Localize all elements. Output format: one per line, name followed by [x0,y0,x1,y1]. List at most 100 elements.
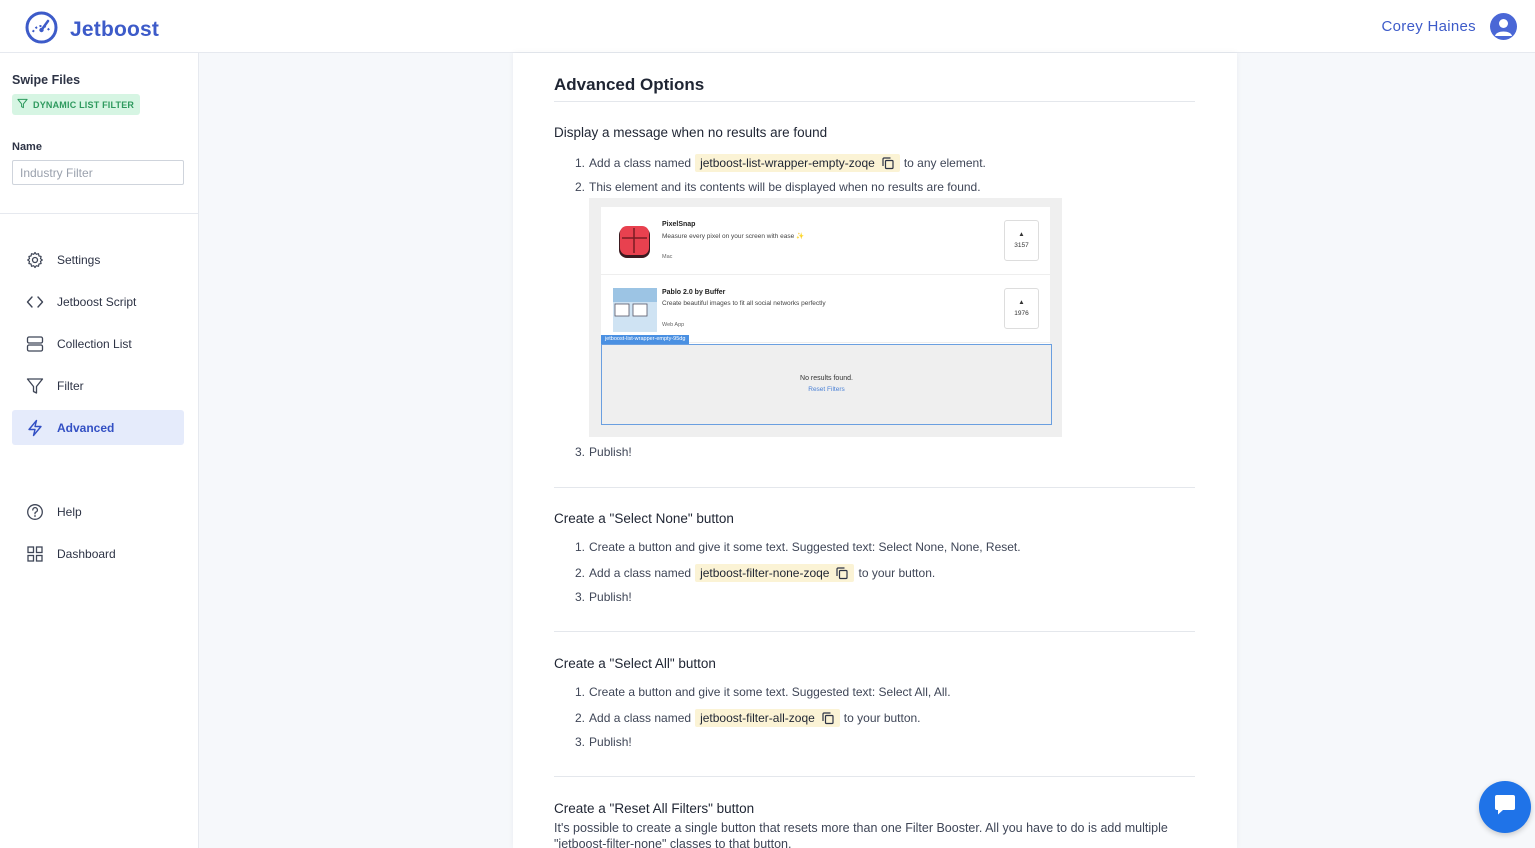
sidebar: Swipe Files DYNAMIC LIST FILTER Name Set… [0,53,199,848]
vote-box: ▲ 1976 [1004,288,1039,329]
step-item: 1. Create a button and give it some text… [575,685,951,699]
class-code-chip[interactable]: jetboost-filter-none-zoqe [695,564,855,582]
gear-icon [25,250,45,270]
example-list: PixelSnap Measure every pixel on your sc… [601,207,1050,346]
lightning-icon [25,418,45,438]
example-list-item: PixelSnap Measure every pixel on your sc… [601,207,1050,275]
step-item: 1. Create a button and give it some text… [575,540,1021,554]
brand-name: Jetboost [70,18,160,41]
vote-count: 3157 [1014,242,1029,249]
sidebar-item-dashboard[interactable]: Dashboard [12,536,184,571]
sidebar-item-advanced[interactable]: Advanced [12,410,184,445]
step-text: to your button. [843,711,921,725]
class-tag-label: jetboost-list-wrapper-empty-95dg [601,335,690,344]
step-item: 2. Add a class named jetboost-filter-all… [575,709,921,727]
step-text: Publish! [589,445,632,459]
divider [554,101,1195,102]
user-menu[interactable]: Corey Haines [1382,13,1517,40]
divider [554,487,1195,488]
step-text: to any element. [903,156,986,170]
section-title-reset-all: Create a "Reset All Filters" button [554,801,755,816]
brand[interactable]: Jetboost [25,11,159,49]
sidebar-item-label: Advanced [57,420,115,435]
step-item: 1. Add a class named jetboost-list-wrapp… [575,154,986,172]
class-code-chip[interactable]: jetboost-filter-all-zoqe [695,709,840,727]
reset-filters-link: Reset Filters [808,386,845,393]
example-screenshot: PixelSnap Measure every pixel on your sc… [589,198,1062,437]
class-name: jetboost-list-wrapper-empty-zoqe [700,156,875,170]
vote-box: ▲ 3157 [1004,220,1039,261]
step-item: 3. Publish! [575,445,632,459]
step-number: 1. [575,156,586,170]
project-title: Swipe Files [12,73,81,87]
example-item-platform: Mac [662,254,673,260]
example-item-desc: Create beautiful images to fit all socia… [662,300,826,307]
step-number: 3. [575,735,586,749]
section-title-no-results: Display a message when no results are fo… [554,125,828,140]
top-bar: Jetboost Corey Haines [0,0,1535,53]
speedometer-logo-icon [25,11,58,49]
copy-icon[interactable] [881,156,895,170]
step-text: This element and its contents will be di… [589,180,981,194]
type-badge: DYNAMIC LIST FILTER [12,94,141,115]
step-item: 2. Add a class named jetboost-filter-non… [575,564,935,582]
badge-label: DYNAMIC LIST FILTER [33,99,135,110]
sidebar-item-label: Jetboost Script [57,294,137,309]
name-input[interactable] [12,160,184,185]
example-item-platform: Web App [662,322,685,328]
pablo-thumbnail-icon [613,288,657,337]
sidebar-item-jetboost-script[interactable]: Jetboost Script [12,284,184,319]
chat-bubble-icon [1492,792,1518,823]
help-icon [25,502,45,522]
sidebar-item-filter[interactable]: Filter [12,368,184,403]
step-number: 1. [575,685,586,699]
user-name: Corey Haines [1381,18,1476,35]
step-number: 3. [575,445,586,459]
step-text: Publish! [589,735,632,749]
divider [554,631,1195,632]
sidebar-divider [0,213,199,214]
step-text: Publish! [589,590,632,604]
vote-count: 1976 [1014,310,1029,317]
sidebar-item-label: Settings [57,252,101,267]
sidebar-item-label: Filter [57,378,84,393]
sidebar-item-help[interactable]: Help [12,494,184,529]
step-number: 2. [575,180,586,194]
class-name: jetboost-filter-all-zoqe [700,711,815,725]
step-item: 3. Publish! [575,590,632,604]
example-item-name: PixelSnap [662,221,696,228]
advanced-options-card: Advanced Options Display a message when … [513,53,1237,848]
copy-icon[interactable] [821,711,835,725]
sidebar-item-label: Help [57,504,82,519]
name-label: Name [12,141,42,153]
step-number: 3. [575,590,586,604]
sidebar-item-label: Dashboard [57,546,116,561]
example-item-name: Pablo 2.0 by Buffer [662,289,726,296]
step-text: Create a button and give it some text. S… [589,540,1021,554]
pixelsnap-logo-icon [617,224,653,265]
sidebar-item-label: Collection List [57,336,132,351]
step-number: 2. [575,566,586,580]
sidebar-item-settings[interactable]: Settings [12,242,184,277]
step-number: 1. [575,540,586,554]
sidebar-item-collection-list[interactable]: Collection List [12,326,184,361]
copy-icon[interactable] [835,566,849,580]
step-text: Add a class named [589,566,692,580]
section-title-select-none: Create a "Select None" button [554,511,734,526]
step-number: 2. [575,711,586,725]
step-text: Add a class named [589,711,692,725]
collection-icon [25,334,45,354]
step-text: to your button. [858,566,936,580]
class-code-chip[interactable]: jetboost-list-wrapper-empty-zoqe [695,154,900,172]
step-text: Create a button and give it some text. S… [589,685,951,699]
section-paragraph: It's possible to create a single button … [554,821,1168,848]
step-text: Add a class named [589,156,692,170]
no-results-text: No results found. [800,375,853,382]
chat-button[interactable] [1479,781,1531,833]
avatar-icon [1490,13,1517,40]
dashboard-icon [25,544,45,564]
example-item-desc: Measure every pixel on your screen with … [662,233,805,240]
page-title: Advanced Options [554,75,705,94]
code-icon [25,292,45,312]
example-list-item: Pablo 2.0 by Buffer Create beautiful ima… [601,275,1050,343]
